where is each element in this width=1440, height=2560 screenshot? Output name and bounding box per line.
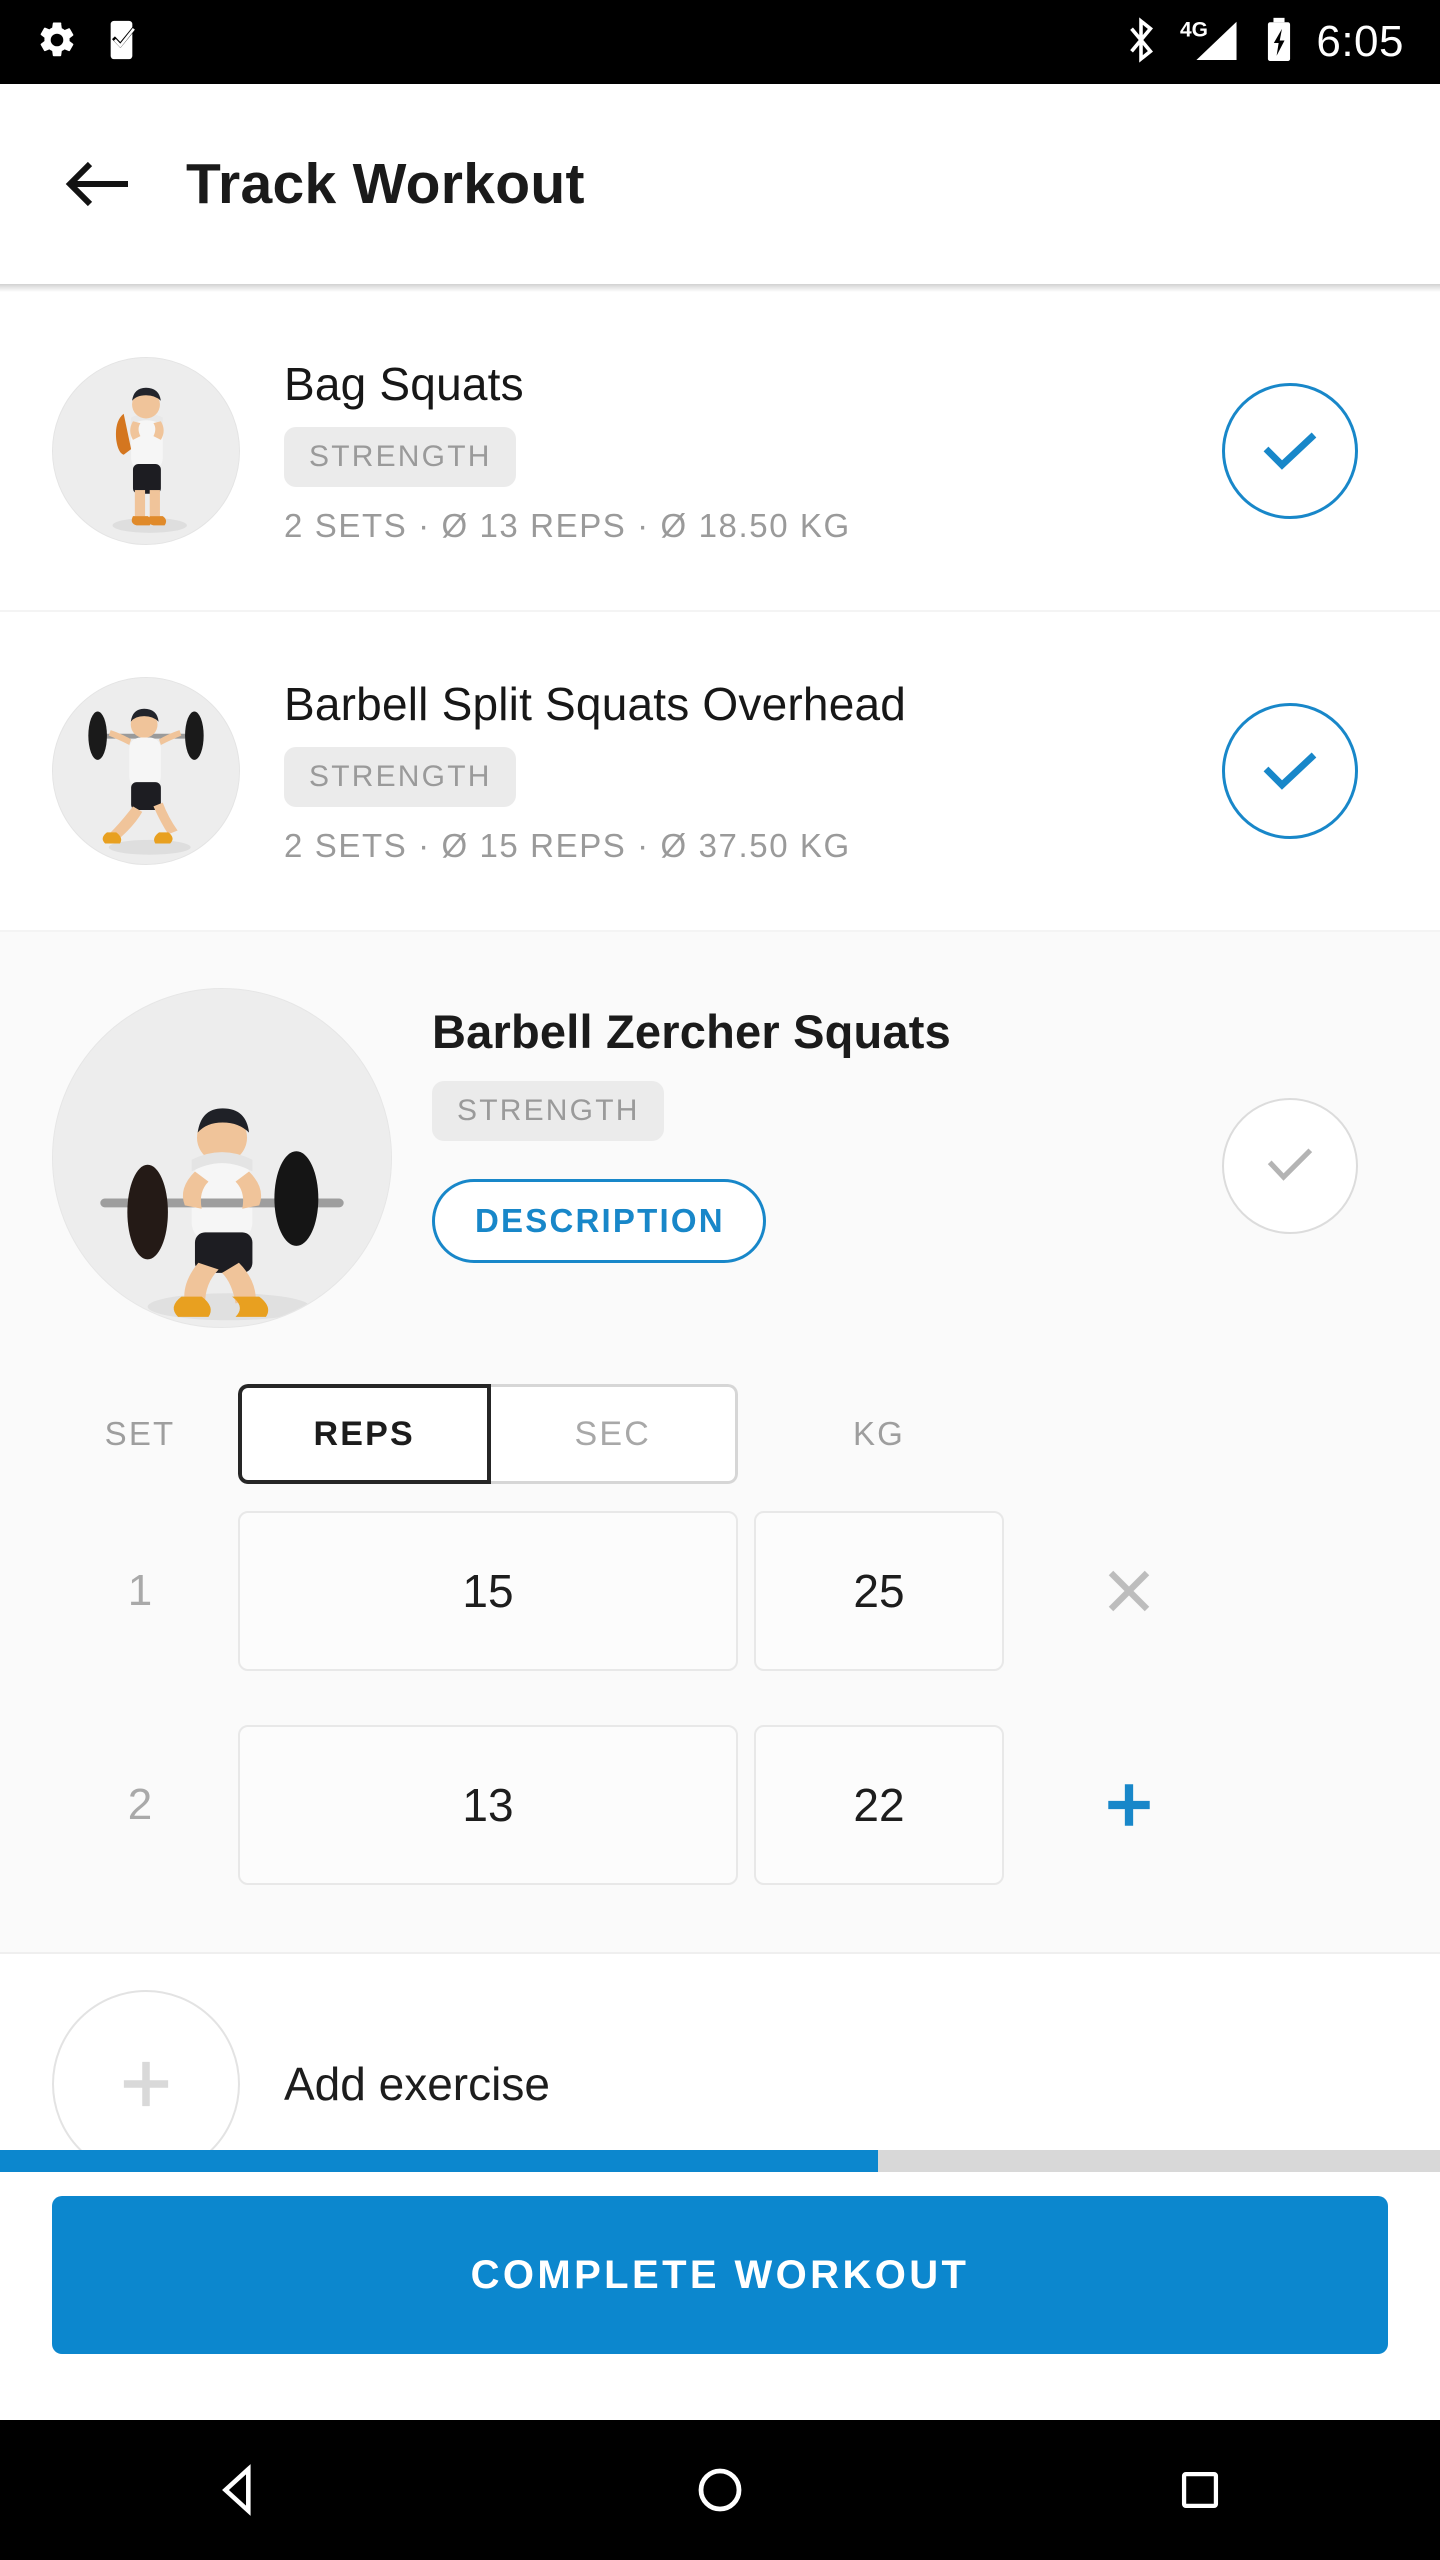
android-navigation-bar: [0, 2420, 1440, 2560]
toggle-option-sec[interactable]: SEC: [490, 1384, 738, 1484]
column-header-kg: KG: [852, 1415, 906, 1452]
reps-input[interactable]: 15: [238, 1511, 738, 1671]
weight-input[interactable]: 25: [754, 1511, 1004, 1671]
nav-recents-icon[interactable]: [960, 2467, 1440, 2513]
complete-workout-button[interactable]: COMPLETE WORKOUT: [52, 2196, 1388, 2354]
status-bar-clock: 6:05: [1316, 17, 1404, 66]
app-bar: Track Workout: [0, 84, 1440, 284]
check-circle-active[interactable]: [1222, 703, 1358, 839]
page-title: Track Workout: [186, 152, 585, 216]
plus-icon: [52, 1990, 240, 2150]
exercise-summary: 2 SETS · Ø 13 REPS · Ø 18.50 KG: [284, 507, 851, 544]
exercise-thumbnail: [52, 357, 240, 545]
bottom-action-area: COMPLETE WORKOUT: [0, 2172, 1440, 2420]
status-bar-left-icons: [0, 18, 144, 67]
add-exercise-row[interactable]: Add exercise: [0, 1954, 1440, 2150]
back-button[interactable]: [50, 136, 146, 232]
add-set-button[interactable]: [1004, 1776, 1254, 1834]
exercise-category-badge: STRENGTH: [284, 747, 516, 807]
set-row: 1 15 25: [0, 1484, 1440, 1698]
battery-charging-icon: [1264, 16, 1294, 69]
nav-home-icon[interactable]: [480, 2464, 960, 2516]
exercise-complete-toggle[interactable]: [1140, 703, 1440, 839]
workout-progress-bar: [0, 2150, 1440, 2172]
unit-toggle[interactable]: REPS SEC: [238, 1384, 738, 1484]
set-row: 2 13 22: [0, 1698, 1440, 1912]
exercise-row[interactable]: Barbell Split Squats Overhead STRENGTH 2…: [0, 612, 1440, 932]
remove-set-button[interactable]: [1004, 1563, 1254, 1619]
workout-exercise-list[interactable]: Bag Squats STRENGTH 2 SETS · Ø 13 REPS ·…: [0, 292, 1440, 2150]
set-index: 2: [127, 1780, 153, 1829]
sets-table-header: SET REPS SEC KG: [0, 1384, 1440, 1484]
exercise-info: Barbell Split Squats Overhead STRENGTH 2…: [284, 677, 1140, 865]
status-bar-right-icons: 4G 6:05: [1124, 16, 1440, 69]
expanded-exercise-card: Barbell Zercher Squats STRENGTH DESCRIPT…: [0, 932, 1440, 1954]
set-index: 1: [127, 1566, 153, 1615]
signal-4g-icon: 4G: [1180, 16, 1242, 69]
exercise-complete-toggle[interactable]: [1140, 383, 1440, 519]
status-bar: 4G 6:05: [0, 0, 1440, 84]
check-circle-active[interactable]: [1222, 383, 1358, 519]
exercise-row[interactable]: Bag Squats STRENGTH 2 SETS · Ø 13 REPS ·…: [0, 292, 1440, 612]
reps-input[interactable]: 13: [238, 1725, 738, 1885]
expanded-exercise-info: Barbell Zercher Squats STRENGTH DESCRIPT…: [432, 978, 1140, 1263]
expanded-exercise-header: Barbell Zercher Squats STRENGTH DESCRIPT…: [0, 978, 1440, 1328]
app-screen: 4G 6:05 Track Workout Bag Squats STRENGT…: [0, 0, 1440, 2560]
gear-icon: [36, 19, 78, 66]
weight-input[interactable]: 22: [754, 1725, 1004, 1885]
exercise-complete-toggle[interactable]: [1140, 978, 1440, 1234]
column-header-set: SET: [104, 1415, 176, 1452]
exercise-category-badge: STRENGTH: [284, 427, 516, 487]
exercise-name: Barbell Split Squats Overhead: [284, 678, 907, 730]
bluetooth-icon: [1124, 16, 1158, 68]
app-bar-shadow: [0, 284, 1440, 292]
description-button[interactable]: DESCRIPTION: [432, 1179, 766, 1263]
exercise-info: Bag Squats STRENGTH 2 SETS · Ø 13 REPS ·…: [284, 357, 1140, 545]
exercise-thumbnail-large: [52, 988, 392, 1328]
expanded-exercise-name: Barbell Zercher Squats: [432, 1005, 951, 1058]
exercise-thumbnail: [52, 677, 240, 865]
check-circle-inactive[interactable]: [1222, 1098, 1358, 1234]
toggle-option-reps[interactable]: REPS: [238, 1384, 491, 1484]
nav-back-icon[interactable]: [0, 2463, 480, 2517]
exercise-category-badge: STRENGTH: [432, 1081, 664, 1141]
exercise-name: Bag Squats: [284, 358, 524, 410]
workout-progress-fill: [0, 2150, 879, 2172]
phone-check-icon: [104, 18, 144, 67]
add-exercise-label: Add exercise: [284, 2058, 550, 2110]
exercise-summary: 2 SETS · Ø 15 REPS · Ø 37.50 KG: [284, 827, 851, 864]
svg-text:4G: 4G: [1180, 18, 1208, 41]
